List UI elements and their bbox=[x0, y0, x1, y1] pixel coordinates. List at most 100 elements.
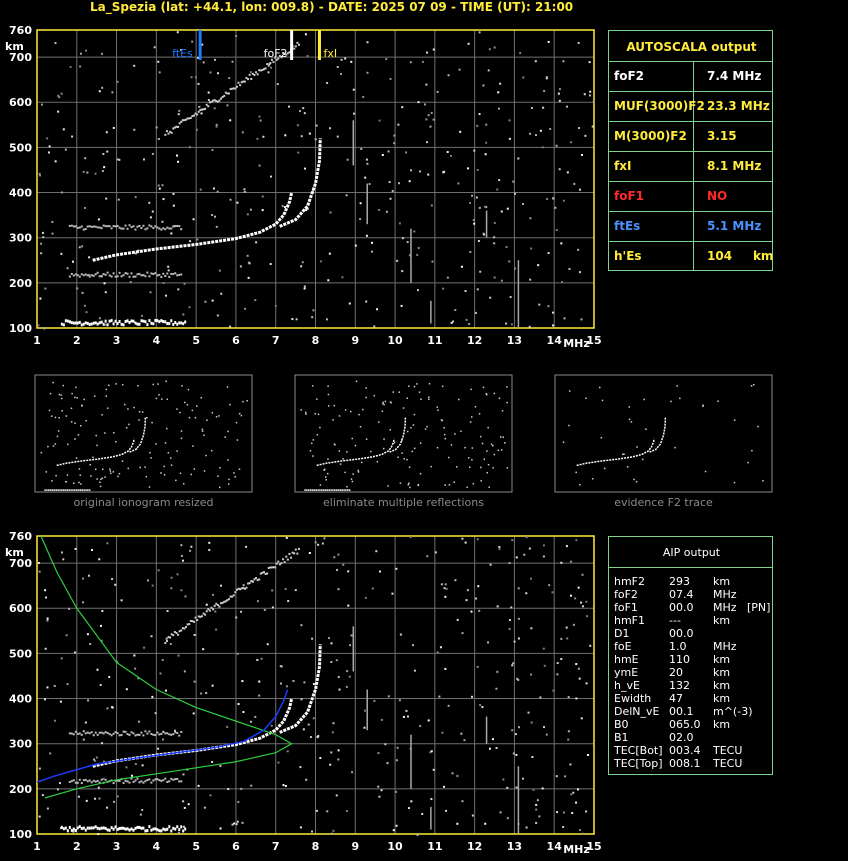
top-noise-dot bbox=[304, 167, 307, 170]
aip-param-unit: km bbox=[713, 679, 731, 692]
thumbnail-1-dot bbox=[325, 476, 327, 478]
thumbnail-1-dot bbox=[469, 421, 472, 423]
thumbnail-1-dot bbox=[506, 467, 509, 469]
top-x-tick-label: 12 bbox=[467, 334, 482, 347]
thumbnail-0-dot bbox=[101, 477, 104, 480]
aip-param-name: TEC[Top] bbox=[614, 757, 663, 770]
bottom-es-trace-dot bbox=[82, 826, 85, 830]
bottom-es-trace-dot bbox=[84, 778, 87, 781]
bottom-noise-dot bbox=[405, 709, 408, 712]
thumbnail-1-es-dot bbox=[337, 489, 340, 491]
thumbnail-0-dot bbox=[93, 395, 96, 397]
bottom-noise-dot bbox=[235, 616, 238, 619]
bottom-es-trace-dot bbox=[162, 827, 165, 831]
top-noise-dot bbox=[450, 321, 453, 324]
bottom-noise-dot bbox=[219, 584, 222, 587]
thumbnail-0-es-dot bbox=[61, 489, 63, 491]
top-noise-dot bbox=[535, 134, 538, 137]
top-noise-dot bbox=[247, 261, 250, 264]
top-noise-dot bbox=[552, 324, 555, 327]
top-es-trace-dot bbox=[108, 225, 111, 228]
bottom-noise-dot bbox=[211, 760, 214, 763]
top-noise-dot bbox=[78, 246, 81, 249]
bottom-es-trace-dot bbox=[120, 826, 123, 830]
top-noise-dot bbox=[303, 287, 306, 290]
bottom-noise-dot bbox=[581, 832, 584, 835]
marker-label-ftes: ftEs bbox=[172, 47, 193, 60]
bottom-noise-dot bbox=[134, 667, 137, 670]
thumbnail-1-dot bbox=[417, 484, 419, 487]
bottom-es-trace-dot bbox=[172, 733, 175, 736]
top-multihop-dot bbox=[255, 71, 258, 74]
autoscala-col-separator bbox=[693, 61, 694, 91]
bottom-noise-dot bbox=[299, 826, 302, 829]
top-y-tick-label: 500 bbox=[9, 141, 32, 154]
bottom-multihop-dot bbox=[218, 605, 221, 608]
bottom-noise-dot bbox=[572, 623, 575, 626]
thumbnail-1-dot bbox=[319, 484, 322, 486]
bottom-noise-dot bbox=[552, 689, 555, 692]
bottom-noise-dot bbox=[495, 747, 498, 750]
top-noise-dot bbox=[134, 196, 137, 199]
top-noise-dot bbox=[254, 299, 257, 302]
top-noise-dot bbox=[570, 141, 573, 144]
top-noise-dot bbox=[538, 303, 541, 306]
bottom-noise-dot bbox=[85, 799, 88, 802]
aip-param-name: hmF1 bbox=[614, 614, 646, 627]
bottom-noise-dot bbox=[82, 601, 85, 604]
thumbnail-0-dot bbox=[118, 472, 121, 475]
bottom-x-tick-label: 8 bbox=[312, 840, 320, 853]
thumbnail-0-dot bbox=[146, 416, 148, 419]
top-noise-dot bbox=[297, 151, 300, 154]
thumbnail-1-dot bbox=[448, 484, 451, 486]
bottom-multihop-dot bbox=[185, 626, 188, 629]
thumbnail-0-dot bbox=[218, 486, 221, 489]
top-es-trace-dot bbox=[124, 224, 127, 227]
bottom-es-trace-dot bbox=[104, 731, 107, 734]
bottom-noise-dot bbox=[580, 601, 583, 604]
thumb-caption-original: original ionogram resized bbox=[73, 496, 214, 509]
thumbnail-0-dot bbox=[176, 450, 178, 452]
bottom-es-trace-dot bbox=[148, 825, 151, 829]
thumbnail-1-dot bbox=[500, 436, 502, 438]
autoscala-label: ftEs bbox=[614, 219, 641, 233]
bottom-es-trace-dot bbox=[170, 733, 173, 736]
thumbnail-0-dot bbox=[100, 478, 102, 481]
top-es-trace-dot bbox=[106, 271, 109, 274]
bottom-noise-dot bbox=[466, 589, 469, 592]
bottom-es-trace-dot bbox=[112, 732, 115, 735]
thumbnail-1-dot bbox=[419, 472, 422, 475]
thumbnail-1-dot bbox=[344, 471, 346, 474]
thumbnail-1-dot bbox=[362, 408, 364, 411]
thumbnail-2-dot bbox=[752, 383, 755, 386]
thumbnail-1-dot bbox=[420, 398, 422, 400]
thumbnail-1-dot bbox=[482, 386, 485, 389]
top-noise-dot bbox=[211, 149, 214, 152]
bottom-noise-dot bbox=[484, 822, 487, 825]
bottom-noise-dot bbox=[556, 662, 559, 665]
top-es-trace-dot bbox=[86, 274, 89, 277]
top-noise-dot bbox=[142, 158, 145, 161]
top-noise-dot bbox=[182, 313, 185, 316]
top-x-tick-label: 9 bbox=[351, 334, 359, 347]
bottom-noise-dot bbox=[284, 785, 287, 788]
top-noise-dot bbox=[100, 52, 103, 55]
top-noise-dot bbox=[560, 242, 563, 245]
bottom-y-tick-label: 100 bbox=[9, 828, 32, 841]
bottom-noise-dot bbox=[511, 664, 514, 667]
thumbnail-1-dot bbox=[397, 456, 399, 459]
top-noise-dot bbox=[101, 86, 104, 89]
thumbnail-1-dot bbox=[398, 391, 401, 393]
bottom-noise-dot bbox=[177, 831, 180, 834]
top-noise-dot bbox=[549, 127, 552, 130]
top-noise-dot bbox=[446, 151, 449, 154]
bottom-noise-dot bbox=[242, 711, 245, 714]
top-es-trace-dot bbox=[78, 226, 81, 229]
top-es-trace-dot bbox=[72, 274, 75, 277]
autoscala-label: M(3000)F2 bbox=[614, 129, 687, 143]
bottom-noise-dot bbox=[108, 676, 111, 679]
top-noise-dot bbox=[508, 137, 511, 140]
bottom-es-trace-dot bbox=[114, 825, 117, 829]
top-noise-dot bbox=[157, 60, 160, 63]
top-noise-dot bbox=[97, 218, 100, 221]
